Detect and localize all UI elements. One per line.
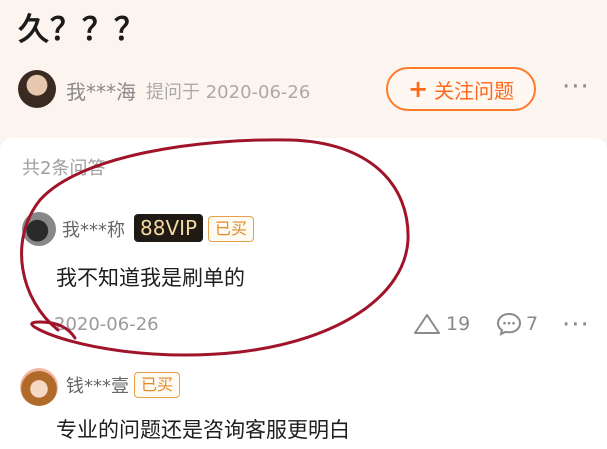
comment-button[interactable]: 7 [496, 312, 538, 336]
answers-card [0, 138, 607, 449]
answer-1-vip-badge: 88VIP [134, 214, 204, 242]
asker-ask-date: 提问于 2020-06-26 [146, 82, 311, 103]
answer-2-username: 钱***壹 [66, 376, 129, 397]
question-title: 久？？？ [18, 12, 146, 48]
follow-question-label: 关注问题 [434, 78, 515, 103]
answer-1-avatar[interactable] [22, 212, 56, 246]
answer-2-text: 专业的问题还是咨询客服更明白 [56, 418, 350, 442]
more-options-icon[interactable]: ··· [562, 72, 590, 102]
asker-avatar[interactable] [18, 70, 56, 108]
answer-1-bought-badge: 已买 [208, 216, 255, 242]
answer-1-username: 我***称 [62, 220, 125, 241]
answer-1-more-icon[interactable]: ··· [562, 310, 590, 340]
comment-count: 7 [526, 313, 539, 335]
like-count: 19 [446, 313, 471, 335]
answer-2-bought-badge: 已买 [134, 372, 181, 398]
asker-name: 我***海 [66, 80, 136, 104]
answers-count: 共2条问答 [22, 158, 106, 179]
answer-1-text: 我不知道我是刷单的 [56, 266, 245, 290]
answer-1-date: 2020-06-26 [54, 314, 159, 335]
like-triangle-icon [414, 314, 440, 334]
comment-bubble-icon [496, 312, 522, 336]
question-header: 久？？？ 我***海 提问于 2020-06-26 + 关注问题 ··· [0, 0, 607, 138]
answer-2-avatar[interactable] [20, 368, 58, 406]
plus-icon: + [407, 75, 429, 103]
follow-question-button[interactable]: + 关注问题 [386, 67, 536, 111]
like-button[interactable]: 19 [412, 312, 470, 336]
